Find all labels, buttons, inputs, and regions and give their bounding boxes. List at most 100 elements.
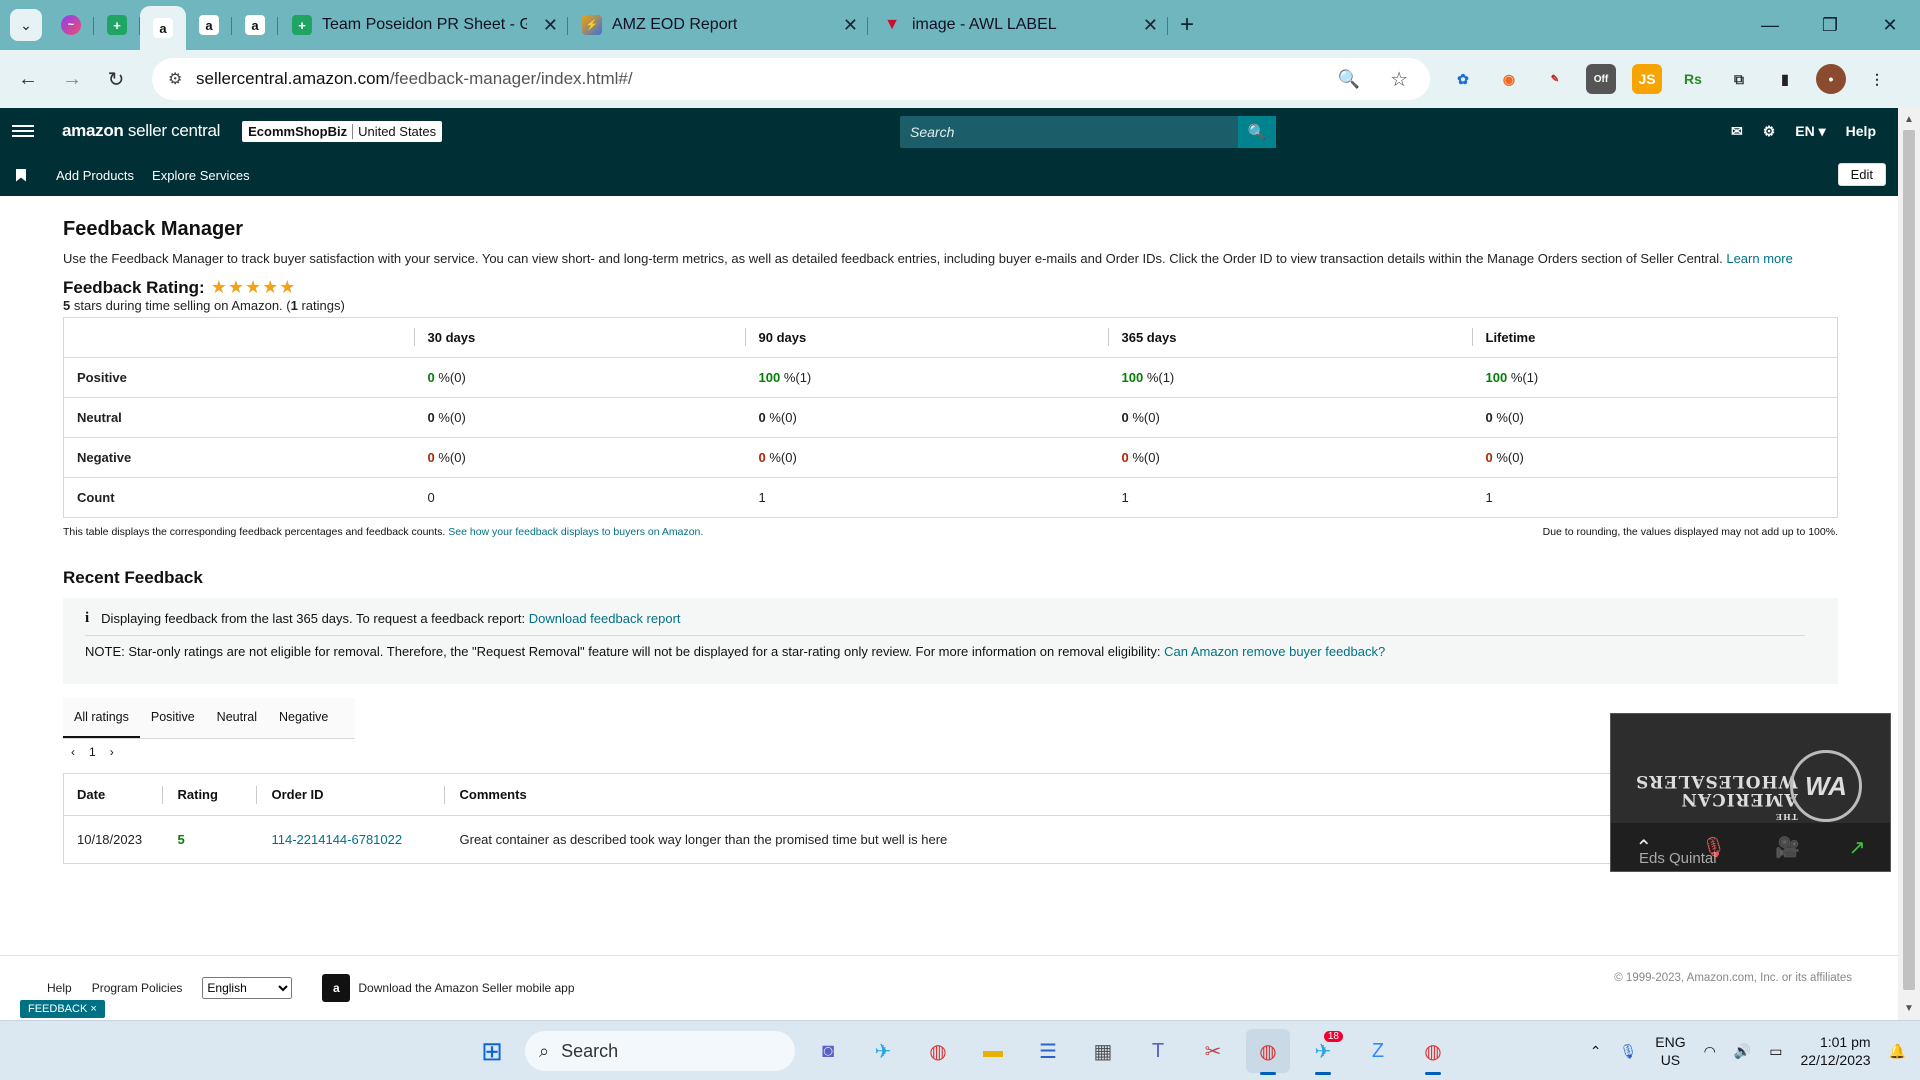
extension-blue-icon[interactable]: ✿ — [1448, 64, 1478, 94]
close-icon[interactable]: ✕ — [1143, 15, 1158, 36]
col-lifetime: Lifetime — [1485, 330, 1536, 345]
store-switcher[interactable]: EcommShopBiz United States — [242, 120, 443, 142]
battery-icon[interactable]: ▭ — [1769, 1043, 1782, 1060]
menu-icon[interactable]: ⋮ — [1862, 64, 1892, 94]
rounding-note: Due to rounding, the values displayed ma… — [1542, 526, 1838, 538]
scrollbar[interactable]: ▲ ▼ — [1898, 108, 1920, 1020]
bookmark-star-icon[interactable]: ☆ — [1390, 67, 1408, 92]
restore-icon[interactable]: ❐ — [1800, 0, 1860, 50]
forward-icon[interactable]: → — [50, 68, 94, 91]
minimize-icon[interactable]: — — [1740, 0, 1800, 50]
zoom-icon[interactable]: 🔍 — [1338, 69, 1360, 90]
seller-central-header: amazon seller central EcommShopBiz United… — [0, 108, 1898, 154]
download-report-link[interactable]: Download feedback report — [529, 611, 681, 626]
chrome-profile-icon[interactable]: ◍ — [1246, 1029, 1290, 1075]
file-explorer-icon[interactable]: ▬ — [971, 1029, 1015, 1073]
bookmark-icon[interactable] — [16, 168, 26, 182]
tab-all-ratings[interactable]: All ratings — [63, 698, 140, 738]
tab-negative[interactable]: Negative — [268, 698, 339, 738]
taskbar-search[interactable]: ⌕ Search — [525, 1031, 795, 1071]
col-rating: Rating — [177, 787, 218, 802]
close-icon[interactable]: ✕ — [843, 15, 858, 36]
pinned-tab-sheets[interactable]: + — [94, 5, 140, 45]
removal-eligibility-link[interactable]: Can Amazon remove buyer feedback? — [1164, 644, 1385, 659]
pinned-tab-amazon-2[interactable]: a — [186, 5, 232, 45]
mobile-app-link[interactable]: a Download the Amazon Seller mobile app — [322, 974, 575, 1002]
notification-bell-icon[interactable]: 🔔 — [1889, 1043, 1906, 1060]
windows-start-icon[interactable]: ⊞ — [470, 1029, 514, 1073]
zoom-icon[interactable]: Z — [1356, 1029, 1400, 1073]
learn-more-link[interactable]: Learn more — [1726, 251, 1792, 266]
extension-off-icon[interactable]: Off — [1586, 64, 1616, 94]
extension-rs-icon[interactable]: Rs — [1678, 64, 1708, 94]
telegram-icon[interactable]: ✈ — [861, 1029, 905, 1073]
close-window-icon[interactable]: ✕ — [1860, 0, 1920, 50]
calculator-icon[interactable]: ▦ — [1081, 1029, 1125, 1073]
system-clock[interactable]: 1:01 pm 22/12/2023 — [1800, 1033, 1870, 1069]
chevron-right-icon[interactable]: › — [110, 745, 114, 759]
pinned-tab-amazon-active[interactable]: a — [140, 6, 186, 50]
reload-icon[interactable]: ↻ — [94, 67, 138, 92]
tab-search-icon[interactable]: ⌄ — [10, 9, 42, 41]
scroll-up-icon[interactable]: ▲ — [1904, 114, 1914, 125]
chrome-icon[interactable]: ◍ — [916, 1029, 960, 1073]
gear-icon[interactable]: ⚙ — [1763, 123, 1776, 140]
camera-icon[interactable]: 🎥 — [1775, 835, 1800, 860]
scroll-down-icon[interactable]: ▼ — [1904, 1003, 1914, 1014]
feedback-chip[interactable]: FEEDBACK × — [20, 1000, 105, 1018]
notepad-icon[interactable]: ☰ — [1026, 1029, 1070, 1073]
back-icon[interactable]: ← — [6, 68, 50, 91]
snipping-tool-icon[interactable]: ✂ — [1191, 1029, 1235, 1073]
teams-icon[interactable]: T — [1136, 1029, 1180, 1073]
telegram-running-icon[interactable]: ✈ 18 — [1301, 1029, 1345, 1075]
language-selector[interactable]: EN ▾ — [1795, 123, 1825, 140]
video-call-overlay[interactable]: THE AMERICAN WHOLESALERS WA ⌃ 🎙 🎥 ↗ Eds … — [1610, 713, 1891, 872]
nav-add-products[interactable]: Add Products — [56, 168, 134, 183]
tab-neutral[interactable]: Neutral — [206, 698, 268, 738]
site-info-icon[interactable]: ⚙ — [168, 69, 182, 89]
pinned-tab-amazon-3[interactable]: a — [232, 5, 278, 45]
search-icon[interactable]: 🔍 — [1238, 116, 1276, 148]
store-name: EcommShopBiz — [248, 123, 354, 139]
page-number[interactable]: 1 — [89, 745, 96, 759]
recent-feedback-table: Date Rating Order ID Comments 10/18/2023… — [63, 773, 1838, 864]
edit-button[interactable]: Edit — [1837, 163, 1886, 186]
search-input[interactable]: Search 🔍 — [900, 116, 1276, 148]
col-comments: Comments — [459, 787, 527, 802]
nav-explore-services[interactable]: Explore Services — [152, 168, 250, 183]
extension-js-icon[interactable]: JS — [1632, 64, 1662, 94]
tab-amz-eod-report[interactable]: ⚡ AMZ EOD Report ✕ — [568, 5, 868, 45]
pinned-tab-messenger[interactable]: ~ — [48, 5, 94, 45]
scroll-thumb[interactable] — [1903, 130, 1915, 990]
tab-awl-label[interactable]: ▼ image - AWL LABEL ✕ — [868, 5, 1168, 45]
mail-icon[interactable]: ✉ — [1731, 123, 1743, 140]
footer-help-link[interactable]: Help — [47, 981, 72, 995]
chevron-left-icon[interactable]: ‹ — [71, 745, 75, 759]
new-tab-button[interactable]: + — [1180, 11, 1194, 39]
sidepanel-icon[interactable]: ▮ — [1770, 64, 1800, 94]
chevron-up-icon[interactable]: ⌃ — [1590, 1043, 1602, 1060]
microphone-icon[interactable]: 🎙 — [1619, 1043, 1637, 1060]
language-select[interactable]: English — [202, 977, 293, 999]
help-link[interactable]: Help — [1846, 123, 1876, 139]
volume-icon[interactable]: 🔊 — [1734, 1043, 1751, 1060]
avatar[interactable]: • — [1816, 64, 1846, 94]
hamburger-icon[interactable] — [12, 122, 34, 140]
input-language[interactable]: ENG US — [1655, 1033, 1685, 1069]
wifi-icon[interactable]: ◠ — [1704, 1043, 1716, 1060]
extension-sign-icon[interactable]: ✎ — [1540, 64, 1570, 94]
amazon-seller-central-logo[interactable]: amazon seller central — [62, 121, 220, 141]
tab-positive[interactable]: Positive — [140, 698, 206, 738]
program-policies-link[interactable]: Program Policies — [92, 981, 183, 995]
puzzle-icon[interactable]: ⧉ — [1724, 64, 1754, 94]
chrome-profile-2-icon[interactable]: ◍ — [1411, 1029, 1455, 1075]
extension-orange-icon[interactable]: ◉ — [1494, 64, 1524, 94]
tab-team-poseidon[interactable]: + Team Poseidon PR Sheet - Goo ✕ — [278, 5, 568, 45]
close-icon[interactable]: ✕ — [543, 15, 558, 36]
col-date: Date — [63, 773, 162, 816]
popout-icon[interactable]: ↗ — [1849, 835, 1866, 860]
address-input[interactable]: ⚙ sellercentral.amazon.com/feedback-mana… — [152, 58, 1430, 100]
feedback-display-link[interactable]: See how your feedback displays to buyers… — [448, 526, 703, 538]
order-id-link[interactable]: 114-2214144-6781022 — [272, 832, 403, 847]
chat-icon[interactable]: ◙ — [806, 1029, 850, 1073]
